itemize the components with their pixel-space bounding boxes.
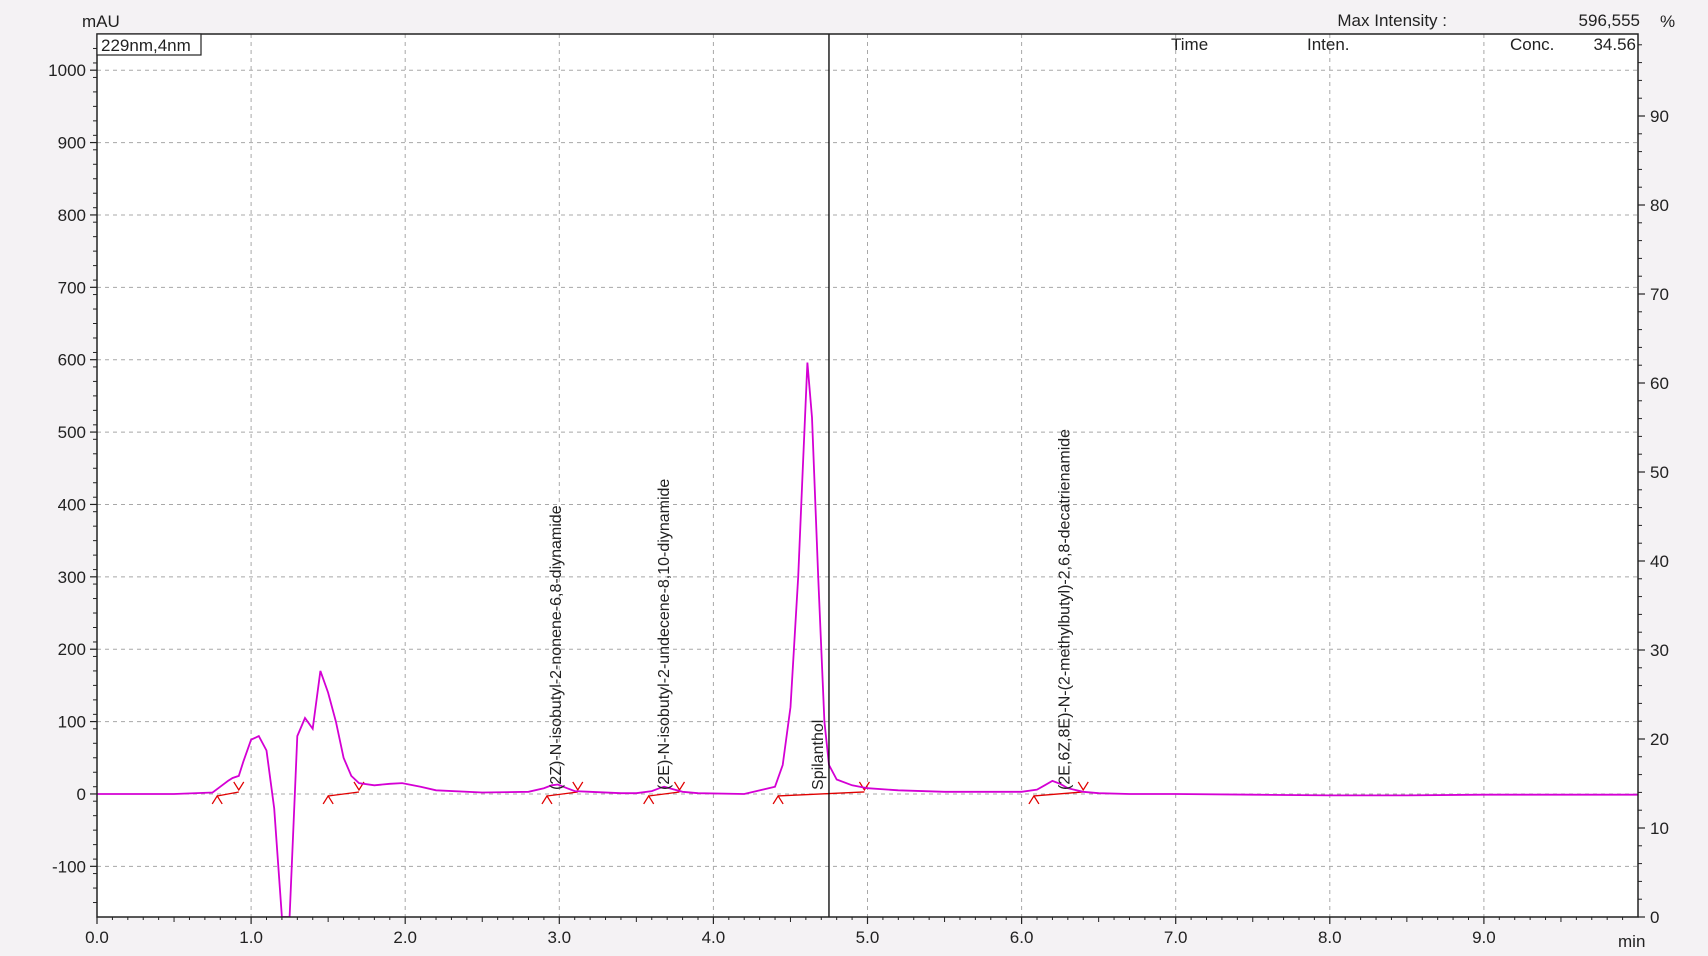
y-tick-label: 900	[58, 134, 86, 153]
y-tick-label: 1000	[48, 61, 86, 80]
max-intensity-value: 596,555	[1579, 11, 1640, 30]
right-tick-label: 10	[1650, 819, 1669, 838]
peak-label: (2E)-N-isobutyl-2-undecene-8,10-diynamid…	[656, 479, 673, 790]
column-conc: Conc.	[1510, 35, 1554, 54]
conc-value: 34.56	[1593, 35, 1636, 54]
y-tick-label: 100	[58, 713, 86, 732]
right-tick-label: 90	[1650, 107, 1669, 126]
x-tick-label: 1.0	[239, 928, 263, 947]
y-axis-unit: mAU	[82, 12, 120, 31]
peak-label: (2Z)-N-isobutyl-2-nonene-6,8-diynamide	[548, 505, 565, 790]
chromatogram-chart: (2Z)-N-isobutyl-2-nonene-6,8-diynamide (2…	[0, 0, 1708, 956]
y-tick-label: 800	[58, 206, 86, 225]
x-tick-label: 8.0	[1318, 928, 1342, 947]
x-tick-label: 2.0	[393, 928, 417, 947]
x-tick-label: 0.0	[85, 928, 109, 947]
right-tick-label: 0	[1650, 908, 1659, 927]
max-intensity-label: Max Intensity :	[1337, 11, 1447, 30]
x-tick-label: 4.0	[702, 928, 726, 947]
channel-label: 229nm,4nm	[101, 36, 191, 55]
y-tick-label: -100	[52, 857, 86, 876]
right-tick-label: 70	[1650, 285, 1669, 304]
x-tick-label: 7.0	[1164, 928, 1188, 947]
x-tick-label: 5.0	[856, 928, 880, 947]
column-time: Time	[1171, 35, 1208, 54]
y-tick-label: 600	[58, 351, 86, 370]
right-tick-label: 50	[1650, 463, 1669, 482]
right-tick-label: 80	[1650, 196, 1669, 215]
x-tick-label: 6.0	[1010, 928, 1034, 947]
right-tick-label: 20	[1650, 730, 1669, 749]
y-tick-label: 300	[58, 568, 86, 587]
y-tick-label: 0	[77, 785, 86, 804]
x-tick-label: 9.0	[1472, 928, 1496, 947]
y-tick-label: 500	[58, 423, 86, 442]
column-inten: Inten.	[1307, 35, 1350, 54]
y-tick-label: 700	[58, 278, 86, 297]
right-axis-unit: %	[1660, 12, 1675, 31]
x-axis-unit: min	[1618, 932, 1645, 951]
y-tick-label: 400	[58, 495, 86, 514]
y-tick-label: 200	[58, 640, 86, 659]
x-tick-label: 3.0	[547, 928, 571, 947]
peak-label: Spilanthol	[810, 720, 827, 790]
right-tick-label: 30	[1650, 641, 1669, 660]
right-tick-label: 40	[1650, 552, 1669, 571]
peak-label: (2E,6Z,8E)-N-(2-methylbutyl)-2,6,8-decat…	[1057, 429, 1074, 790]
right-tick-label: 60	[1650, 374, 1669, 393]
